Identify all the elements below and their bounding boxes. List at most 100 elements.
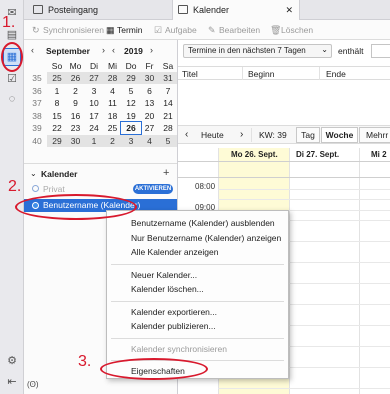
- menu-item[interactable]: Kalender löschen...: [131, 283, 204, 295]
- task-icon: ☑: [154, 25, 163, 35]
- annotation-step-3: 3.: [78, 353, 92, 370]
- column-start[interactable]: Beginn: [248, 69, 274, 79]
- mini-calendar-day[interactable]: 8: [47, 97, 67, 109]
- mini-calendar-day[interactable]: 4: [139, 134, 160, 147]
- mini-calendar-day[interactable]: 24: [84, 122, 104, 134]
- view-week-tab[interactable]: Woche: [321, 127, 358, 143]
- menu-item[interactable]: Neuer Kalender...: [131, 269, 197, 281]
- mini-calendar-day[interactable]: 19: [121, 110, 141, 122]
- mini-calendar-day[interactable]: 1: [47, 85, 67, 97]
- mini-calendar-day[interactable]: 25: [103, 122, 123, 134]
- mini-calendar-day[interactable]: 26: [65, 72, 86, 84]
- mini-calendar-day[interactable]: 3: [121, 134, 141, 147]
- mini-calendar-day[interactable]: 1: [84, 134, 104, 147]
- prev-year-arrow[interactable]: ‹: [112, 45, 115, 55]
- mini-calendar-day[interactable]: 21: [158, 110, 178, 122]
- view-day-tab[interactable]: Tag: [296, 127, 320, 143]
- weekday-header: Sa: [162, 61, 174, 71]
- mini-calendar-day[interactable]: 29: [47, 134, 67, 147]
- mini-calendar-day[interactable]: 9: [66, 97, 86, 109]
- menu-item[interactable]: Nur Benutzername (Kalender) anzeigen: [131, 232, 281, 244]
- column-end[interactable]: Ende: [326, 69, 346, 79]
- week-number: 35: [32, 73, 42, 83]
- collapse-icon[interactable]: ⇤: [5, 375, 19, 389]
- mini-calendar-day[interactable]: 2: [66, 85, 86, 97]
- menu-separator: [111, 300, 284, 302]
- menu-item[interactable]: Kalender publizieren...: [131, 320, 216, 332]
- event-filter-select[interactable]: Termine in den nächsten 7 Tagen ⌄: [183, 44, 332, 58]
- enable-calendar-button[interactable]: AKTIVIEREN: [133, 184, 173, 194]
- mini-calendar-day[interactable]: 3: [84, 85, 104, 97]
- filter-contains-label: enthält: [338, 46, 364, 56]
- calendar-context-menu: Benutzername (Kalender) ausblenden Nur Be…: [106, 210, 289, 379]
- mini-calendar-day[interactable]: 2: [102, 134, 123, 147]
- day-header-mon[interactable]: Mo 26. Sept.: [231, 150, 278, 159]
- tab-inbox[interactable]: Posteingang: [28, 0, 170, 20]
- mini-calendar-day[interactable]: 5: [121, 85, 141, 97]
- mini-calendar-day[interactable]: 25: [47, 72, 67, 84]
- calendar-item-privat[interactable]: Privat AKTIVIEREN: [24, 183, 177, 196]
- mini-calendar-day[interactable]: 26: [120, 121, 142, 135]
- mini-calendar-day[interactable]: 7: [158, 85, 178, 97]
- mini-calendar-day[interactable]: 6: [140, 85, 160, 97]
- mini-calendar-day[interactable]: 14: [158, 97, 178, 109]
- mini-calendar-day[interactable]: 30: [139, 72, 160, 84]
- weekday-header: Mi: [108, 61, 117, 71]
- mini-calendar-day[interactable]: 5: [158, 134, 178, 147]
- prev-month-arrow[interactable]: ‹: [31, 45, 34, 55]
- next-year-arrow[interactable]: ›: [150, 45, 153, 55]
- new-task-button[interactable]: ☑ Aufgabe: [154, 24, 197, 36]
- mini-calendar-day[interactable]: 31: [158, 72, 178, 84]
- month-label: September: [46, 46, 90, 56]
- filter-search-input[interactable]: [371, 44, 390, 58]
- close-tab-icon[interactable]: ✕: [285, 0, 293, 20]
- mini-calendar-day[interactable]: 16: [66, 110, 86, 122]
- mini-calendar: ‹ September › ‹ 2019 › So Mo Di Mi Do Fr Sa 35 2…: [24, 40, 178, 163]
- menu-item[interactable]: Kalender exportieren...: [131, 306, 217, 318]
- menu-item[interactable]: Alle Kalender anzeigen: [131, 246, 218, 258]
- mini-calendar-day[interactable]: 27: [84, 72, 104, 84]
- view-multiweek-tab[interactable]: Mehrr: [359, 127, 390, 143]
- mini-calendar-day[interactable]: 23: [66, 122, 86, 134]
- menu-item[interactable]: Benutzername (Kalender) ausblenden: [131, 217, 275, 229]
- edit-button[interactable]: ✎ Bearbeiten: [208, 24, 260, 36]
- year-label: 2019: [124, 46, 143, 56]
- settings-gear-icon[interactable]: ⚙: [5, 354, 19, 368]
- mini-calendar-day[interactable]: 30: [65, 134, 86, 147]
- mini-calendar-day[interactable]: 15: [47, 110, 67, 122]
- mini-calendar-day[interactable]: 17: [84, 110, 104, 122]
- filter-select-value: Termine in den nächsten 7 Tagen: [188, 46, 306, 55]
- new-event-button[interactable]: ▦ Termin: [106, 24, 143, 36]
- mini-calendar-day[interactable]: 12: [121, 97, 141, 109]
- chat-icon[interactable]: ◌: [5, 92, 19, 106]
- day-header-wed[interactable]: Mi 2: [371, 150, 387, 159]
- tasks-icon[interactable]: ☑: [5, 72, 19, 86]
- mini-calendar-day[interactable]: 27: [140, 122, 160, 134]
- mini-calendar-day[interactable]: 22: [47, 122, 67, 134]
- mini-calendar-day[interactable]: 29: [121, 72, 141, 84]
- calendar-list-header: Kalender: [41, 169, 78, 179]
- mini-calendar-day[interactable]: 4: [103, 85, 123, 97]
- mini-calendar-day[interactable]: 28: [102, 72, 123, 84]
- tab-calendar[interactable]: Kalender ✕: [172, 0, 300, 21]
- mini-calendar-day[interactable]: 20: [140, 110, 160, 122]
- week-number: 39: [32, 123, 42, 133]
- mini-calendar-day[interactable]: 11: [103, 97, 123, 109]
- today-button[interactable]: Heute: [201, 130, 224, 140]
- prev-week-arrow[interactable]: ‹: [185, 129, 188, 140]
- next-week-arrow[interactable]: ›: [240, 129, 243, 140]
- dropdown-arrow-icon: ⌄: [321, 45, 328, 54]
- mini-calendar-day[interactable]: 28: [158, 122, 178, 134]
- sync-button[interactable]: ↻ Synchronisieren: [32, 24, 104, 36]
- mini-calendar-day[interactable]: 18: [103, 110, 123, 122]
- day-header-tue[interactable]: Di 27. Sept.: [296, 150, 339, 159]
- collapse-chevron-icon[interactable]: ⌄: [30, 169, 37, 178]
- menu-item[interactable]: Kalender synchronisieren: [131, 343, 227, 355]
- time-label-0800: 08:00: [195, 182, 216, 191]
- column-title[interactable]: Titel: [182, 69, 198, 79]
- mini-calendar-day[interactable]: 10: [84, 97, 104, 109]
- add-calendar-button[interactable]: +: [163, 167, 169, 179]
- mini-calendar-day[interactable]: 13: [140, 97, 160, 109]
- next-month-arrow[interactable]: ›: [102, 45, 105, 55]
- delete-button[interactable]: 🗑 Löschen: [270, 24, 313, 36]
